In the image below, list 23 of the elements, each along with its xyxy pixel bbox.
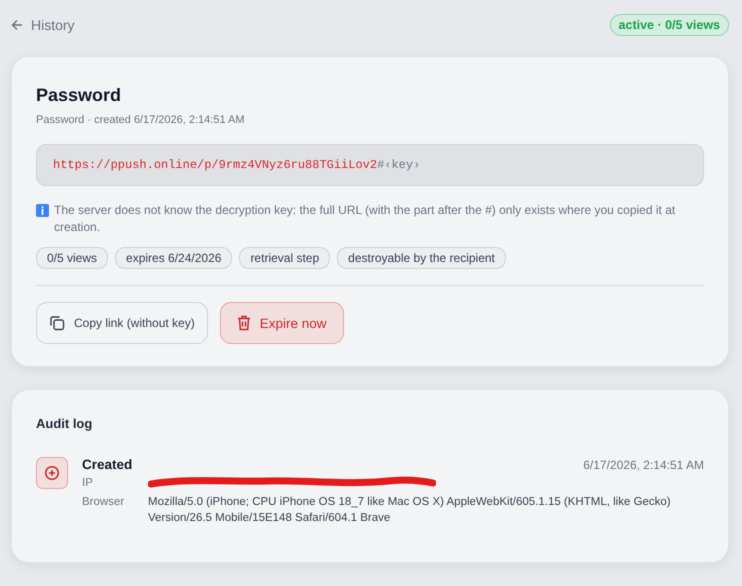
url-field[interactable]: https://ppush.online/p/9rmz4VNyz6ru88TGiiLov2#‹key› — [36, 144, 704, 186]
tag: expires 6/24/2026 — [115, 247, 232, 269]
back-arrow-icon — [11, 19, 23, 31]
copy-link-button[interactable]: Copy link (without key) — [36, 302, 208, 344]
info-note: The server does not know the decryption key: the full URL (with the part after the #) only exists where you copied it at creation. — [54, 202, 676, 236]
field-value: Mozilla/5.0 (iPhone; CPU iPhone OS 18_7 like Mac OS X) AppleWebKit/605.1.15 (KHTML, like Gecko) Version/26.5 Mobile/15E148 Safari/604.1 Brave — [148, 495, 672, 526]
event-time: 6/17/2026, 2:14:51 AM — [583, 458, 704, 472]
status-badge: active · 0/5 views — [610, 14, 729, 36]
event-name: Created — [82, 457, 132, 472]
secret-subtitle: Password · created 6/17/2026, 2:14:51 AM — [36, 114, 246, 126]
tag: 0/5 views — [36, 247, 108, 269]
copy-icon — [49, 315, 65, 331]
back-link[interactable]: History — [11, 17, 75, 33]
tag: retrieval step — [239, 247, 330, 269]
info-icon — [36, 204, 49, 217]
audit-log-title: Audit log — [36, 416, 94, 431]
expire-button[interactable]: Expire now — [220, 302, 344, 344]
trash-icon — [236, 315, 251, 331]
event-icon — [36, 457, 68, 489]
field-label: Browser — [82, 495, 126, 510]
field-label: IP — [82, 476, 94, 491]
tag: destroyable by the recipient — [337, 247, 506, 269]
secret-title: Password — [36, 85, 122, 106]
